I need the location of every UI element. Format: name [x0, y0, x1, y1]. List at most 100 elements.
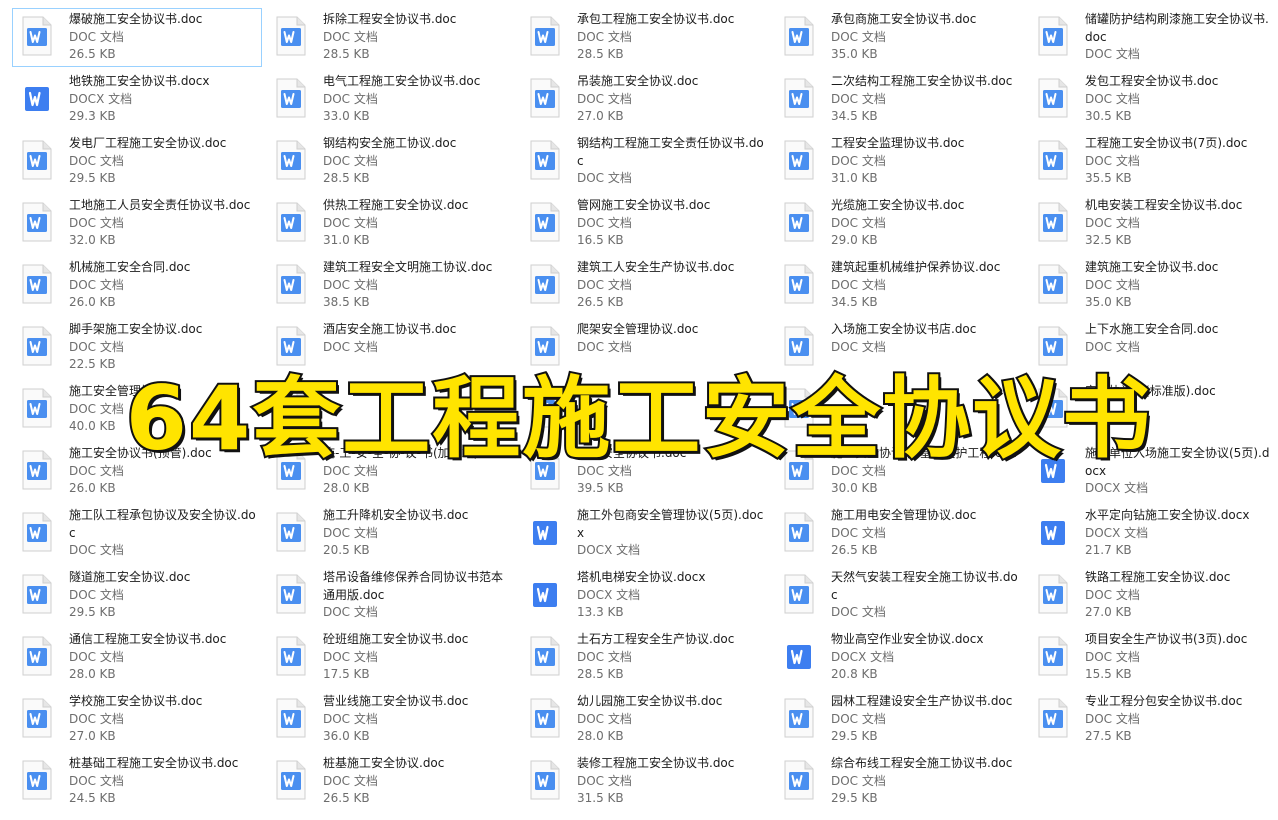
file-size: 28.5 KB	[577, 667, 624, 681]
word-doc-icon	[21, 326, 53, 366]
file-size: 15.5 KB	[1085, 667, 1132, 681]
file-item[interactable]: 综合布线工程安全施工协议书.doc DOC 文档 29.5 KB	[774, 752, 1024, 811]
file-type: DOC 文档	[831, 605, 886, 619]
file-type: DOC 文档	[1085, 649, 1140, 664]
file-name: 学校施工安全协议书.doc	[69, 694, 203, 708]
file-item[interactable]: 水平定向钻施工安全协议.docx DOCX 文档 21.7 KB	[1028, 504, 1278, 563]
word-doc-icon	[21, 16, 53, 56]
file-item[interactable]: 机械施工安全合同.doc DOC 文档 26.0 KB	[12, 256, 262, 315]
file-type: DOC 文档	[323, 463, 378, 478]
file-size: 26.5 KB	[323, 791, 370, 805]
file-name: 施工安全管理协议	[69, 384, 166, 398]
file-item[interactable]: 爆破施工安全协议书.doc DOC 文档 26.5 KB	[12, 8, 262, 67]
file-item[interactable]: 发电厂工程施工安全协议.doc DOC 文档 29.5 KB	[12, 132, 262, 191]
file-type: DOCX 文档	[577, 587, 641, 602]
file-item[interactable]: 桩基础工程施工安全协议书.doc DOC 文档 24.5 KB	[12, 752, 262, 811]
file-item[interactable]: 工程施工安全协议书(7页).doc DOC 文档 35.5 KB	[1028, 132, 1278, 191]
file-item[interactable]: 施工外包商安全管理协议(5页).docx DOCX 文档	[520, 504, 770, 563]
file-item[interactable]: 脚手架施工安全协议.doc DOC 文档 22.5 KB	[12, 318, 262, 377]
file-item[interactable]: 施工队工程承包协议及安全协议.doc DOC 文档	[12, 504, 262, 563]
file-size: 28.5 KB	[577, 47, 624, 61]
file-item[interactable]: 施工安全协议书.doc DOC 文档 39.5 KB	[520, 442, 770, 501]
file-size: 22.5 KB	[69, 357, 116, 371]
file-item[interactable]: 建筑起重机械维护保养协议.doc DOC 文档 34.5 KB	[774, 256, 1024, 315]
file-item[interactable]: 地铁施工安全协议书.docx DOCX 文档 29.3 KB	[12, 70, 262, 129]
file-item[interactable]	[266, 380, 516, 439]
file-name: 工地施工人员安全责任协议书.doc	[69, 198, 251, 212]
file-name: 钢结构工程施工安全责任协议书.doc	[577, 136, 764, 168]
file-item[interactable]: 电气工程施工安全协议书.doc DOC 文档 33.0 KB	[266, 70, 516, 129]
file-item[interactable]: 入场施工安全协议书店.doc DOC 文档	[774, 318, 1024, 377]
file-type: DOC 文档	[69, 29, 124, 44]
file-name: 施工用电安全管理协议.doc	[831, 508, 977, 522]
file-item[interactable]: 工地施工人员安全责任协议书.doc DOC 文档 32.0 KB	[12, 194, 262, 253]
file-item[interactable]: 承包工程施工安全协议书.doc DOC 文档 28.5 KB	[520, 8, 770, 67]
file-type: DOC 文档	[831, 339, 886, 354]
file-item[interactable]: 储罐防护结构刷漆施工安全协议书.doc DOC 文档	[1028, 8, 1278, 67]
word-doc-icon	[275, 202, 307, 242]
file-name: 工程施工安全协议书(7页).doc	[1085, 136, 1248, 150]
file-item[interactable]: 通信工程施工安全协议书.doc DOC 文档 28.0 KB	[12, 628, 262, 687]
file-item[interactable]: 拆除工程安全协议书.doc DOC 文档 28.5 KB	[266, 8, 516, 67]
word-doc-icon	[783, 16, 815, 56]
file-item[interactable]: 爬架安全管理协议.doc DOC 文档	[520, 318, 770, 377]
file-type: DOC 文档	[1085, 91, 1140, 106]
file-type: DOC 文档	[323, 277, 378, 292]
file-item[interactable]: 装修工程施工安全协议书.doc DOC 文档 31.5 KB	[520, 752, 770, 811]
file-item[interactable]: 上下水施工安全合同.doc DOC 文档	[1028, 318, 1278, 377]
file-size: 26.5 KB	[69, 47, 116, 61]
file-item[interactable]: 承包商施工安全协议书.doc DOC 文档 35.0 KB	[774, 8, 1024, 67]
file-item[interactable]: 施工安全协议书-基坑支护工程.doc DOC 文档 30.0 KB	[774, 442, 1024, 501]
file-item[interactable]: 二次结构工程施工安全协议书.doc DOC 文档 34.5 KB	[774, 70, 1024, 129]
file-item[interactable]: 天然气安装工程安全施工协议书.doc DOC 文档	[774, 566, 1024, 625]
file-type: DOC 文档	[577, 649, 632, 664]
file-item[interactable]: 园林工程建设安全生产协议书.doc DOC 文档 29.5 KB	[774, 690, 1024, 749]
word-doc-icon	[275, 388, 307, 428]
word-docx-icon	[1037, 450, 1069, 490]
file-item[interactable]: 机电安装工程安全协议书.doc DOC 文档 32.5 KB	[1028, 194, 1278, 253]
file-item[interactable]: 管网施工安全协议书.doc DOC 文档 16.5 KB	[520, 194, 770, 253]
file-item[interactable]: 塔机电梯安全协议.docx DOCX 文档 13.3 KB	[520, 566, 770, 625]
file-item[interactable]: 工程安全监理协议书.doc DOC 文档 31.0 KB	[774, 132, 1024, 191]
file-type: DOC 文档	[577, 711, 632, 726]
file-item[interactable]: 学校施工安全协议书.doc DOC 文档 27.0 KB	[12, 690, 262, 749]
file-item[interactable]: 营业线施工安全协议书.doc DOC 文档 36.0 KB	[266, 690, 516, 749]
word-doc-icon	[1037, 698, 1069, 738]
file-size: 16.5 KB	[577, 233, 624, 247]
file-item[interactable]: 施工用电安全管理协议.doc DOC 文档 26.5 KB	[774, 504, 1024, 563]
file-item[interactable]: 施-工-安-全-协-议-书(加气站).doc DOC 文档 28.0 KB	[266, 442, 516, 501]
file-item[interactable]: 供热工程施工安全协议.doc DOC 文档 31.0 KB	[266, 194, 516, 253]
file-type: DOC 文档	[323, 153, 378, 168]
file-item[interactable]: 钢结构安全施工协议.doc DOC 文档 28.5 KB	[266, 132, 516, 191]
file-item[interactable]: 物业高空作业安全协议.docx DOCX 文档 20.8 KB	[774, 628, 1024, 687]
file-item[interactable]: 塔吊设备维修保养合同协议书范本通用版.doc DOC 文档	[266, 566, 516, 625]
file-item[interactable]: 建筑工人安全生产协议书.doc DOC 文档 26.5 KB	[520, 256, 770, 315]
file-item[interactable]: 铁路工程施工安全协议.doc DOC 文档 27.0 KB	[1028, 566, 1278, 625]
file-item[interactable]	[520, 380, 770, 439]
file-item[interactable]: 施工升降机安全协议书.doc DOC 文档 20.5 KB	[266, 504, 516, 563]
file-item[interactable]: 安全协议书(标准版).doc	[1028, 380, 1278, 439]
file-item[interactable]: 建筑工程安全文明施工协议.doc DOC 文档 38.5 KB	[266, 256, 516, 315]
file-item[interactable]: 桩基施工安全协议.doc DOC 文档 26.5 KB	[266, 752, 516, 811]
word-docx-icon	[1037, 512, 1069, 552]
file-item[interactable]: 发包工程安全协议书.doc DOC 文档 30.5 KB	[1028, 70, 1278, 129]
file-item[interactable]	[774, 380, 1024, 439]
file-item[interactable]: 吊装施工安全协议.doc DOC 文档 27.0 KB	[520, 70, 770, 129]
word-doc-icon	[1037, 16, 1069, 56]
file-item[interactable]: 项目安全生产协议书(3页).doc DOC 文档 15.5 KB	[1028, 628, 1278, 687]
file-item[interactable]: 专业工程分包安全协议书.doc DOC 文档 27.5 KB	[1028, 690, 1278, 749]
file-item[interactable]: 光缆施工安全协议书.doc DOC 文档 29.0 KB	[774, 194, 1024, 253]
file-item[interactable]: 幼儿园施工安全协议书.doc DOC 文档 28.0 KB	[520, 690, 770, 749]
word-doc-icon	[275, 636, 307, 676]
file-item[interactable]: 土石方工程安全生产协议.doc DOC 文档 28.5 KB	[520, 628, 770, 687]
file-item[interactable]: 隧道施工安全协议.doc DOC 文档 29.5 KB	[12, 566, 262, 625]
file-type: DOC 文档	[323, 215, 378, 230]
file-item[interactable]: 施工安全管理协议 DOC 文档 40.0 KB	[12, 380, 262, 439]
file-name: 项目安全生产协议书(3页).doc	[1085, 632, 1248, 646]
file-item[interactable]: 建筑施工安全协议书.doc DOC 文档 35.0 KB	[1028, 256, 1278, 315]
file-item[interactable]: 钢结构工程施工安全责任协议书.doc DOC 文档	[520, 132, 770, 191]
file-item[interactable]: 酒店安全施工协议书.doc DOC 文档	[266, 318, 516, 377]
file-item[interactable]: 砼班组施工安全协议书.doc DOC 文档 17.5 KB	[266, 628, 516, 687]
file-item[interactable]: 施工安全协议书(顶管).doc DOC 文档 26.0 KB	[12, 442, 262, 501]
file-item[interactable]: 施工单位入场施工安全协议(5页).docx DOCX 文档	[1028, 442, 1278, 501]
